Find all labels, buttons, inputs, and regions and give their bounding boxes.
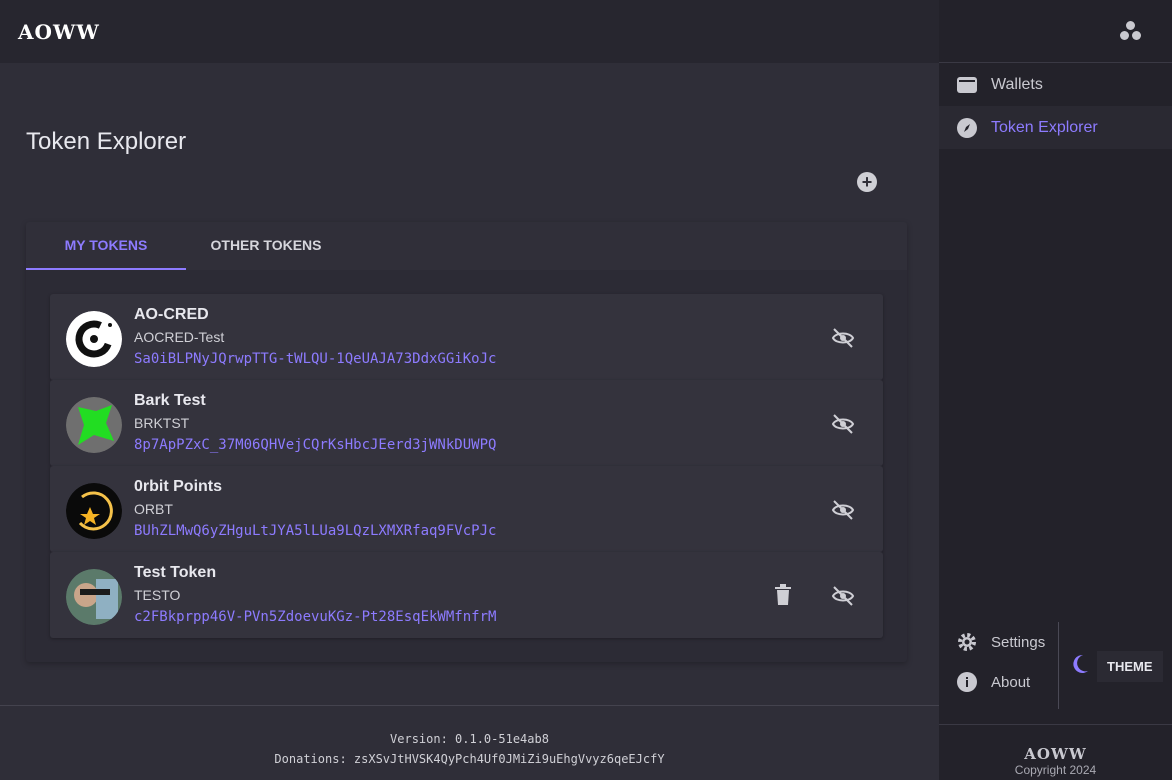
token-ticker: ORBT — [134, 501, 173, 517]
tab-my-tokens[interactable]: MY TOKENS — [26, 222, 186, 270]
sidebar-item-wallets[interactable]: Wallets — [939, 63, 1172, 106]
token-row[interactable]: Bark Test BRKTST 8p7ApPZxC_37M06QHVejCQr… — [50, 380, 883, 466]
ao-cred-logo — [66, 311, 122, 367]
sidebar-links: Settings About — [939, 622, 1058, 702]
sidebar-item-token-explorer[interactable]: Token Explorer — [939, 106, 1172, 149]
settings-label: Settings — [991, 633, 1046, 651]
token-process-id[interactable]: BUhZLMwQ6yZHguLtJYA5lLUa9LQzLXMXRfaq9FVc… — [134, 523, 496, 539]
about-label: About — [991, 673, 1031, 691]
compass-icon — [957, 117, 977, 138]
token-process-id[interactable]: Sa0iBLPNyJQrwpTTG-tWLQU-1QeUAJA73DdxGGiK… — [134, 351, 496, 367]
token-process-id[interactable]: c2FBkprpp46V-PVn5ZdoevuKGz-Pt28EsqEkWMfn… — [134, 609, 496, 625]
token-name: Bark Test — [134, 392, 206, 409]
version-text: Version: 0.1.0-51e4ab8 — [390, 732, 549, 746]
token-name: Test Token — [134, 564, 217, 581]
copyright-text: Copyright 2024 — [1014, 763, 1097, 777]
about-link[interactable]: About — [939, 662, 1058, 702]
token-name: 0rbit Points — [134, 478, 223, 495]
sidebar-footer: AOWW Copyright 2024 — [939, 724, 1172, 780]
token-row[interactable]: AO-CRED AOCRED-Test Sa0iBLPNyJQrwpTTG-tW… — [50, 294, 883, 380]
page-title: Token Explorer — [26, 128, 187, 155]
sidebar-vertical-divider — [1058, 622, 1059, 709]
gear-icon — [957, 632, 977, 652]
app-logo[interactable]: AOWW — [18, 20, 100, 44]
token-list: AO-CRED AOCRED-Test Sa0iBLPNyJQrwpTTG-tW… — [50, 294, 883, 638]
token-ticker: TESTO — [134, 587, 181, 603]
sidebar: Wallets Token Explorer Settings About TH… — [939, 0, 1172, 780]
token-row[interactable]: Test Token TESTO c2FBkprpp46V-PVn5Zdoevu… — [50, 552, 883, 638]
test-token-logo — [66, 569, 122, 625]
menu-dots-icon[interactable] — [1120, 21, 1142, 41]
wallet-icon — [957, 75, 977, 95]
donations-text[interactable]: Donations: zsXSvJtHVSK4QyPch4Uf0JMiZi9uE… — [0, 752, 939, 766]
tab-other-tokens[interactable]: OTHER TOKENS — [186, 222, 346, 270]
hide-token-icon[interactable] — [831, 498, 855, 522]
top-bar: AOWW — [0, 0, 939, 63]
token-ticker: AOCRED-Test — [134, 329, 225, 345]
theme-toggle-button[interactable]: THEME — [1071, 650, 1163, 682]
theme-label: THEME — [1097, 650, 1163, 682]
info-icon — [957, 672, 977, 692]
hide-token-icon[interactable] — [831, 326, 855, 350]
sidebar-item-label: Wallets — [991, 75, 1043, 93]
orbit-logo — [66, 483, 122, 539]
sidebar-header — [939, 0, 1172, 63]
footer-divider — [0, 705, 939, 706]
token-panel: MY TOKENS OTHER TOKENS AO-CRED AOCRED-Te… — [26, 222, 907, 662]
sidebar-bottom: Settings About THEME — [939, 622, 1172, 710]
moon-icon — [1071, 654, 1089, 679]
token-ticker: BRKTST — [134, 415, 190, 431]
delete-token-icon[interactable] — [774, 584, 792, 606]
hide-token-icon[interactable] — [831, 584, 855, 608]
footer-logo: AOWW — [1024, 745, 1087, 763]
token-process-id[interactable]: 8p7ApPZxC_37M06QHVejCQrKsHbcJEerd3jWNkDU… — [134, 437, 496, 453]
settings-link[interactable]: Settings — [939, 622, 1058, 662]
bark-logo — [66, 397, 122, 453]
token-name: AO-CRED — [134, 306, 209, 323]
hide-token-icon[interactable] — [831, 412, 855, 436]
token-tabs: MY TOKENS OTHER TOKENS — [26, 222, 907, 270]
add-token-button[interactable]: + — [857, 172, 877, 192]
token-row[interactable]: 0rbit Points ORBT BUhZLMwQ6yZHguLtJYA5lL… — [50, 466, 883, 552]
sidebar-item-label: Token Explorer — [991, 118, 1098, 136]
